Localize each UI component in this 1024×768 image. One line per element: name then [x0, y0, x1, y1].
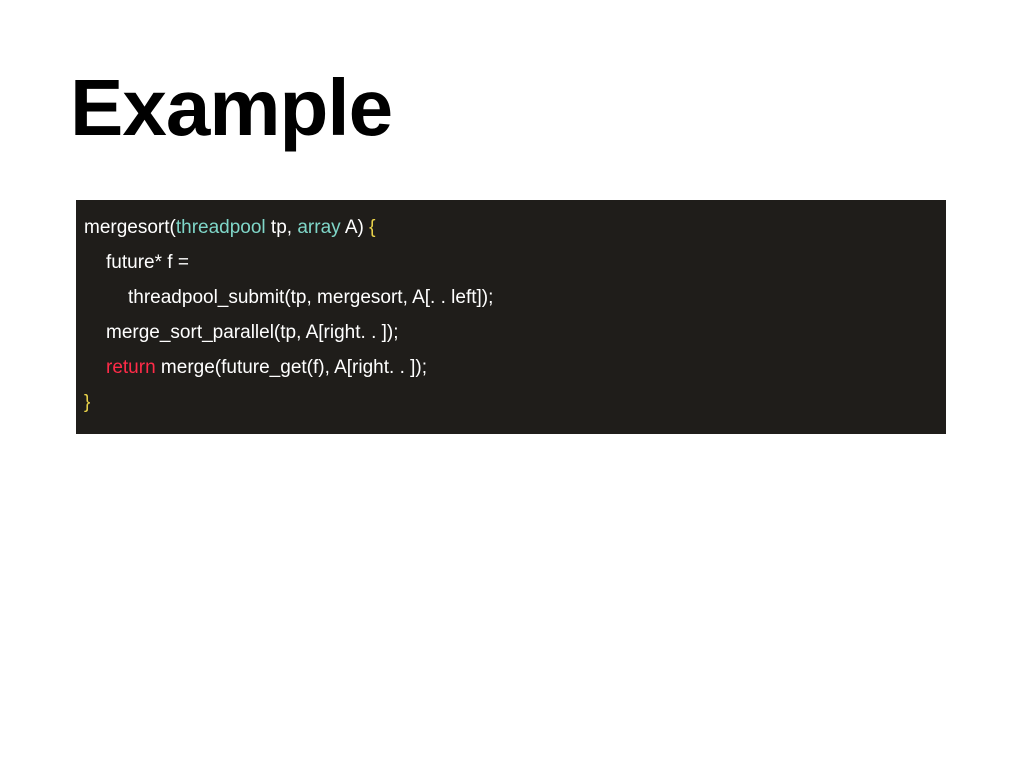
- code-line-1: mergesort(threadpool tp, array A) {: [84, 210, 938, 245]
- brace-close: }: [84, 392, 90, 413]
- code-text: future* f =: [106, 252, 189, 273]
- code-text: merge_sort_parallel(tp, A[right. . ]);: [106, 322, 399, 343]
- code-text: tp,: [266, 217, 298, 238]
- code-line-4: merge_sort_parallel(tp, A[right. . ]);: [84, 315, 938, 350]
- code-line-3: threadpool_submit(tp, mergesort, A[. . l…: [84, 280, 938, 315]
- code-text: threadpool_submit(tp, mergesort, A[. . l…: [128, 287, 493, 308]
- slide-title: Example: [70, 62, 392, 154]
- keyword-type: array: [297, 217, 340, 238]
- code-line-2: future* f =: [84, 245, 938, 280]
- code-line-5: return merge(future_get(f), A[right. . ]…: [84, 350, 938, 385]
- slide: Example mergesort(threadpool tp, array A…: [0, 0, 1024, 768]
- code-text: merge(future_get(f), A[right. . ]);: [156, 357, 427, 378]
- keyword-type: threadpool: [176, 217, 266, 238]
- keyword-return: return: [106, 357, 156, 378]
- code-text: A): [341, 217, 370, 238]
- brace-open: {: [369, 217, 375, 238]
- code-block: mergesort(threadpool tp, array A) { futu…: [76, 200, 946, 434]
- code-text: mergesort(: [84, 217, 176, 238]
- code-line-6: }: [84, 385, 938, 420]
